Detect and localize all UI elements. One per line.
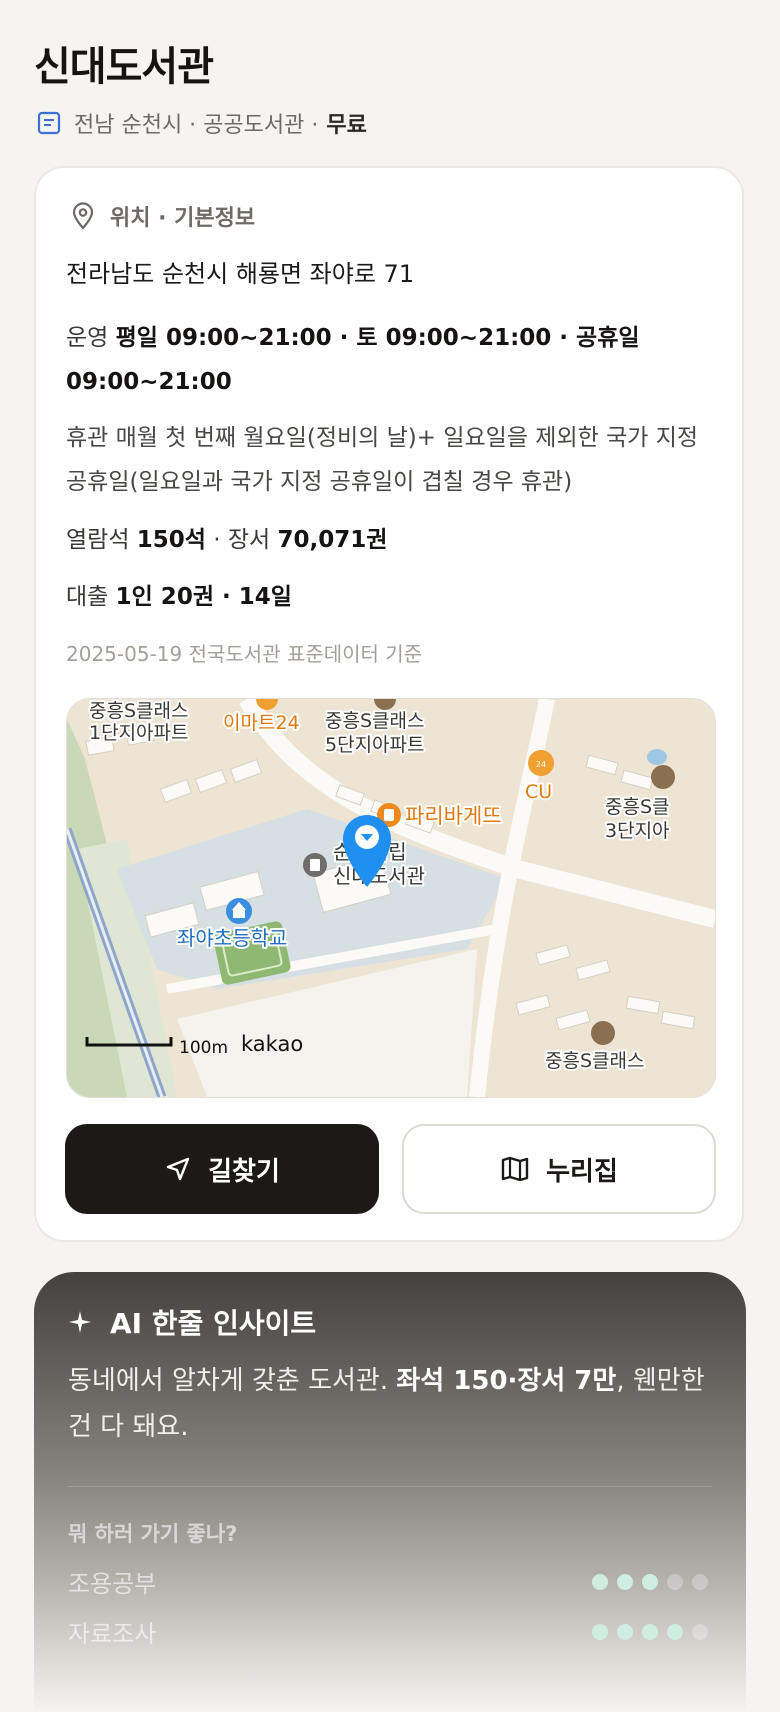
website-label: 누리집 <box>546 1156 618 1187</box>
seats-label: 열람석 <box>66 527 137 553</box>
sparkle-icon <box>69 1311 91 1333</box>
rating-dot <box>617 1573 633 1590</box>
rating-dots <box>592 1573 708 1590</box>
map-label-apt-bottom: 중흥S클래스 <box>545 1050 644 1072</box>
svg-text:24: 24 <box>536 760 546 769</box>
page-title: 신대도서관 <box>34 44 214 90</box>
closed-days: 휴관 매월 첫 번째 월요일(정비의 날)+ 일요일을 제외한 국가 지정 공휴… <box>66 416 706 504</box>
activity-label: 자료조사 <box>68 1620 157 1648</box>
kakao-logo: kakao <box>241 1032 303 1056</box>
rating-dot <box>642 1573 658 1590</box>
map-label-apt3: 중흥S클 <box>605 796 670 818</box>
directions-label: 길찾기 <box>208 1156 280 1187</box>
price-badge: 무료 <box>326 113 367 138</box>
seats-books: 열람석 150석 · 장서 70,071권 <box>66 518 706 562</box>
rating-dot <box>692 1623 708 1640</box>
ai-text-bold: 좌석 150·장서 7만 <box>396 1366 617 1396</box>
ai-title: AI 한줄 인사이트 <box>110 1307 317 1340</box>
navigation-arrow-icon <box>166 1157 190 1181</box>
map-view[interactable]: 24 중흥S클래스 1단지아파트 이마트24 중흥S클래스 5단지아파트 파리바… <box>66 698 716 1098</box>
activity-row: 자료조사 <box>68 1614 708 1649</box>
books-label: · 장서 <box>205 527 278 553</box>
divider <box>68 1486 712 1487</box>
map-label-bakery: 파리바게뜨 <box>405 804 502 828</box>
map-canvas[interactable]: 24 중흥S클래스 1단지아파트 이마트24 중흥S클래스 5단지아파트 파리바… <box>67 699 715 1097</box>
loan-policy: 대출 1인 20권 · 14일 <box>66 575 706 619</box>
ai-summary: 동네에서 알차게 갖춘 도서관. 좌석 150·장서 7만, 웬만한 건 다 돼… <box>68 1358 708 1450</box>
seats-value: 150석 <box>136 527 206 553</box>
map-label-apt3b: 3단지아 <box>605 820 670 842</box>
rating-dot <box>617 1623 633 1640</box>
info-card: 위치 · 기본정보 전라남도 순천시 해룡면 좌야로 71 운영 평일 09:0… <box>34 166 744 1242</box>
rating-dot <box>642 1623 658 1640</box>
activity-label: 조용공부 <box>68 1570 157 1598</box>
closed-value: 매월 첫 번째 월요일(정비의 날)+ 일요일을 제외한 국가 지정 공휴일(일… <box>66 425 699 495</box>
map-label-school: 좌야초등학교 <box>177 926 287 950</box>
hours-value: 평일 09:00~21:00 · 토 09:00~21:00 · 공휴일 09:… <box>66 325 640 395</box>
website-button[interactable]: 누리집 <box>402 1124 716 1214</box>
rating-dot <box>667 1623 683 1640</box>
library-meta: 전남 순천시 · 공공도서관 · 무료 <box>36 107 367 139</box>
rating-dot <box>667 1573 683 1590</box>
library-detail-page: 신대도서관 전남 순천시 · 공공도서관 · 무료 위치 · 기본정보 전라남도… <box>0 0 780 1712</box>
map-icon <box>501 1156 529 1182</box>
map-label-apt1b: 1단지아파트 <box>89 722 189 744</box>
rating-dot <box>592 1623 608 1640</box>
rating-dot <box>592 1573 608 1590</box>
books-value: 70,071권 <box>277 527 388 553</box>
map-label-cu: CU <box>525 781 552 803</box>
operating-hours: 운영 평일 09:00~21:00 · 토 09:00~21:00 · 공휴일 … <box>66 316 706 404</box>
meta-text: 전남 순천시 · 공공도서관 · <box>74 113 319 138</box>
rating-dots <box>592 1623 708 1640</box>
loan-label: 대출 <box>66 584 116 610</box>
location-pin-icon <box>72 202 94 230</box>
hours-label: 운영 <box>66 325 116 351</box>
map-label-emart: 이마트24 <box>223 712 300 734</box>
directions-button[interactable]: 길찾기 <box>65 1124 379 1214</box>
map-scale-label: 100m <box>179 1038 228 1058</box>
data-source: 2025-05-19 전국도서관 표준데이터 기준 <box>66 642 423 666</box>
ai-question: 뭐 하러 가기 좋나? <box>68 1522 238 1546</box>
map-label-apt1: 중흥S클래스 <box>89 700 188 722</box>
loan-value: 1인 20권 · 14일 <box>115 584 292 610</box>
map-label-apt5: 중흥S클래스 <box>325 710 424 732</box>
ai-header: AI 한줄 인사이트 <box>68 1302 316 1342</box>
activity-row: 조용공부 <box>68 1564 708 1599</box>
rating-dot <box>692 1573 708 1590</box>
map-label-apt5b: 5단지아파트 <box>325 734 425 756</box>
closed-label: 휴관 <box>66 425 116 451</box>
section-title: 위치 · 기본정보 <box>110 206 256 231</box>
ai-text-plain: 동네에서 알차게 갖춘 도서관. <box>68 1366 397 1396</box>
ai-insight-card: AI 한줄 인사이트 동네에서 알차게 갖춘 도서관. 좌석 150·장서 7만… <box>34 1272 746 1712</box>
section-header: 위치 · 기본정보 <box>70 200 255 232</box>
address: 전라남도 순천시 해룡면 좌야로 71 <box>66 260 415 288</box>
document-icon <box>37 111 61 135</box>
